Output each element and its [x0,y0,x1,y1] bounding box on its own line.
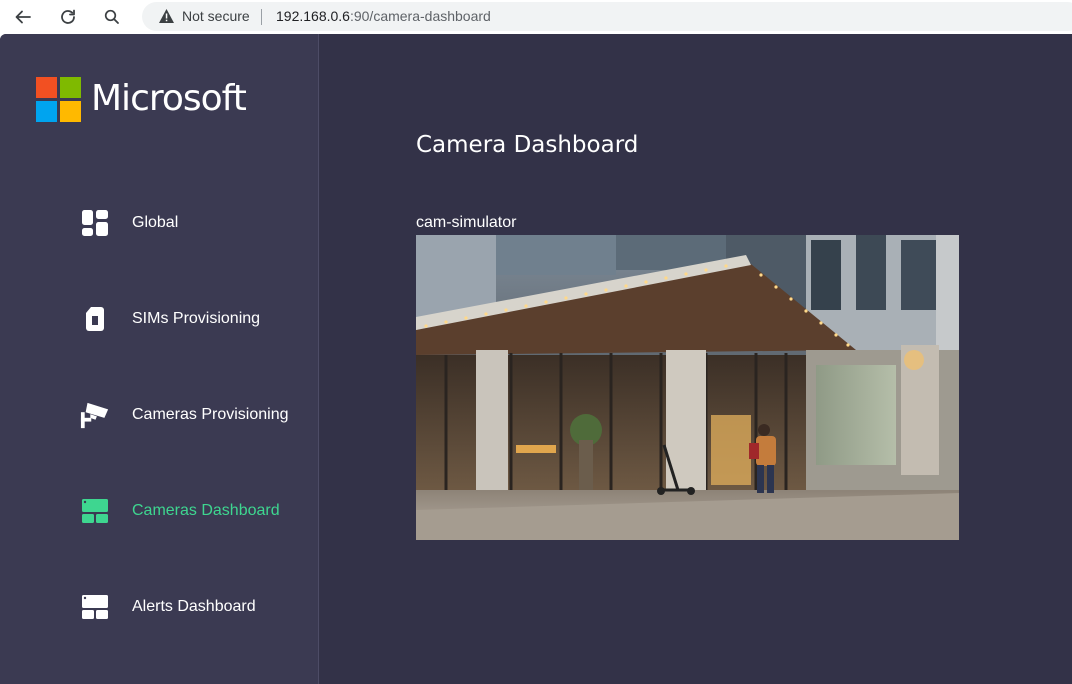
warning-icon[interactable] [158,8,175,29]
sidebar: Microsoft Global SIMs Provisioning Camer… [0,34,319,684]
sidebar-item-label: Global [132,214,179,231]
security-camera-icon [80,400,110,430]
microsoft-logo-icon [36,76,81,122]
camera-name-label: cam-simulator [416,214,517,231]
logo-square-blue [36,100,57,122]
page-title: Camera Dashboard [416,132,639,158]
search-icon[interactable] [100,5,124,29]
sidebar-item-cameras-dashboard[interactable]: Cameras Dashboard [80,493,310,529]
reload-icon[interactable] [56,5,80,29]
logo-square-yellow [60,100,81,122]
logo-square-green [60,76,81,98]
url-text[interactable]: 192.168.0.6:90/camera-dashboard [276,8,491,25]
security-status-label[interactable]: Not secure [182,8,250,25]
sidebar-item-label: SIMs Provisioning [132,310,261,327]
logo-square-red [36,76,57,98]
dashboard-tiles-icon [80,208,110,238]
alerts-dashboard-icon [80,592,110,622]
logo-text: Microsoft [91,78,247,119]
sidebar-item-label: Cameras Provisioning [132,406,289,423]
back-arrow-icon[interactable] [11,5,35,29]
address-divider [261,9,262,25]
sim-card-icon [80,304,110,334]
sidebar-item-label: Alerts Dashboard [132,598,256,615]
url-path: :90/camera-dashboard [349,8,491,24]
sidebar-item-global[interactable]: Global [80,205,310,241]
browser-toolbar: Not secure 192.168.0.6:90/camera-dashboa… [0,0,1072,34]
sidebar-item-label: Cameras Dashboard [132,502,280,519]
url-host: 192.168.0.6 [276,8,350,24]
main-content: Camera Dashboard cam-simulator [320,34,1072,684]
app-window: Microsoft Global SIMs Provisioning Camer… [0,34,1072,684]
sidebar-item-sims-provisioning[interactable]: SIMs Provisioning [80,301,310,337]
camera-video-feed[interactable] [416,235,959,540]
microsoft-logo: Microsoft [36,76,247,122]
address-bar[interactable]: Not secure 192.168.0.6:90/camera-dashboa… [142,2,1072,31]
camera-dashboard-icon [80,496,110,526]
sidebar-item-alerts-dashboard[interactable]: Alerts Dashboard [80,589,310,625]
sidebar-item-cameras-provisioning[interactable]: Cameras Provisioning [80,397,310,433]
